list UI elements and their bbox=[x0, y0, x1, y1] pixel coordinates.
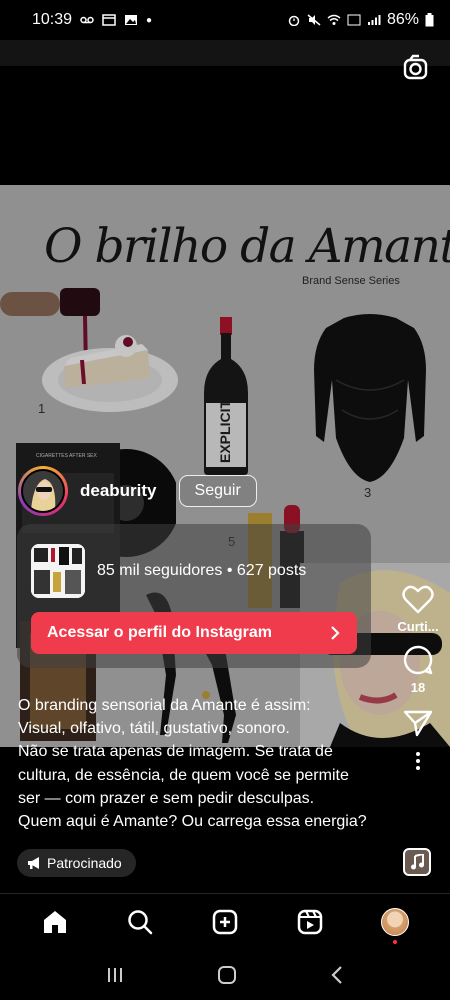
camera-icon[interactable] bbox=[402, 54, 430, 82]
more-action[interactable] bbox=[415, 751, 421, 771]
bottom-nav bbox=[0, 894, 450, 950]
like-action[interactable]: Curti... bbox=[397, 585, 439, 634]
home-icon[interactable] bbox=[42, 909, 68, 935]
caption-line: cultura, de essência, de quem você se pe… bbox=[18, 766, 349, 784]
post-caption[interactable]: O branding sensorial da Amante é assim: … bbox=[18, 694, 398, 833]
reels-icon[interactable] bbox=[297, 909, 323, 935]
nav-create[interactable] bbox=[205, 902, 245, 942]
voicemail-icon bbox=[80, 16, 94, 24]
recent-apps-icon[interactable] bbox=[106, 966, 124, 984]
profile-thumbnail[interactable] bbox=[31, 544, 85, 598]
caption-line: Quem aqui é Amante? Ou carrega essa ener… bbox=[18, 813, 367, 831]
notification-dot bbox=[393, 940, 398, 944]
comment-action[interactable]: 18 bbox=[402, 644, 434, 695]
battery-icon bbox=[425, 13, 434, 27]
chevron-right-icon bbox=[331, 626, 340, 640]
follow-button[interactable]: Seguir bbox=[178, 475, 257, 507]
profile-grid-icon bbox=[31, 544, 85, 598]
plus-square-icon[interactable] bbox=[212, 909, 238, 935]
megaphone-icon bbox=[28, 857, 39, 869]
volte-icon bbox=[347, 14, 361, 26]
caption-line: Visual, olfativo, tátil, gustativo, sono… bbox=[18, 720, 290, 738]
status-time: 10:39 bbox=[32, 11, 73, 28]
wifi-icon bbox=[327, 14, 341, 25]
comments-count: 18 bbox=[410, 680, 426, 695]
share-action[interactable] bbox=[403, 709, 433, 737]
audio-track-button[interactable] bbox=[403, 848, 431, 876]
alarm-icon bbox=[288, 15, 300, 26]
signal-icon bbox=[367, 15, 381, 25]
avatar[interactable] bbox=[18, 466, 68, 516]
visit-profile-button[interactable]: Acessar o perfil do Instagram bbox=[31, 612, 357, 654]
visit-profile-label: Acessar o perfil do Instagram bbox=[47, 624, 272, 641]
nav-reels[interactable] bbox=[290, 902, 330, 942]
heart-icon[interactable] bbox=[402, 585, 434, 615]
mute-icon bbox=[307, 14, 321, 26]
home-button-icon[interactable] bbox=[217, 965, 237, 985]
calendar-icon bbox=[102, 14, 116, 26]
nav-home[interactable] bbox=[35, 902, 75, 942]
caption-line: O branding sensorial da Amante é assim: bbox=[18, 697, 311, 714]
more-vertical-icon[interactable] bbox=[415, 751, 421, 771]
comment-icon[interactable] bbox=[402, 644, 434, 676]
back-icon[interactable] bbox=[330, 965, 344, 985]
music-note-icon bbox=[411, 854, 424, 870]
sponsored-badge[interactable]: Patrocinado bbox=[17, 849, 136, 877]
top-band bbox=[0, 40, 450, 66]
account-row: deaburity Seguir bbox=[18, 466, 257, 516]
gallery-icon bbox=[125, 15, 138, 25]
caption-line: ser — com prazer e sem pedir desculpas. bbox=[18, 789, 315, 807]
status-bar: 10:39 ● 86% bbox=[0, 0, 450, 40]
send-icon[interactable] bbox=[403, 709, 433, 737]
avatar-photo-icon bbox=[23, 471, 63, 511]
notification-dot-icon: ● bbox=[146, 14, 153, 26]
profile-avatar[interactable] bbox=[381, 908, 410, 936]
system-nav bbox=[0, 950, 450, 1000]
battery-percent: 86% bbox=[386, 11, 419, 28]
caption-line: Não se trata apenas de imagem. Se trata … bbox=[18, 743, 333, 761]
follower-stats: 85 mil seguidores • 627 posts bbox=[97, 562, 307, 579]
sponsored-label: Patrocinado bbox=[47, 855, 122, 871]
search-icon[interactable] bbox=[127, 909, 153, 935]
username[interactable]: deaburity bbox=[80, 481, 157, 501]
nav-search[interactable] bbox=[120, 902, 160, 942]
like-label: Curti... bbox=[397, 619, 439, 634]
profile-cta-card: 85 mil seguidores • 627 posts Acessar o … bbox=[17, 524, 371, 668]
nav-profile[interactable] bbox=[375, 902, 415, 944]
